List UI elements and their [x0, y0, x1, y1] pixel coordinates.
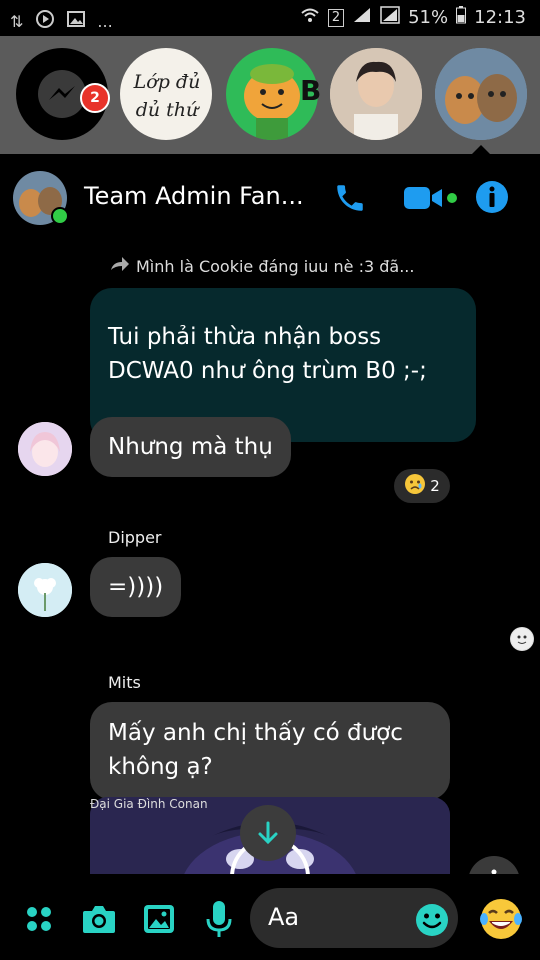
phone-icon	[337, 185, 363, 211]
emoji-picker-button[interactable]	[414, 902, 450, 938]
chat-head-group[interactable]: Lớp đủ dủ thứ	[120, 48, 212, 140]
quick-reaction-button[interactable]	[476, 894, 526, 944]
camera-button[interactable]	[80, 900, 118, 938]
forward-arrow-icon	[110, 256, 130, 276]
chat-head-person[interactable]	[330, 48, 422, 140]
more-dots: ...	[97, 11, 113, 31]
scroll-to-bottom-button[interactable]	[240, 805, 296, 861]
unread-badge: 2	[80, 83, 110, 113]
sad-face-icon	[404, 473, 426, 499]
clock: 12:13	[474, 7, 526, 28]
wifi-icon	[300, 6, 320, 29]
message-bubble-2[interactable]: =))))	[90, 557, 182, 617]
forwarded-label: Mình là Cookie đáng iuu nè :3 đã...	[136, 256, 415, 276]
four-dots-icon	[27, 907, 51, 931]
sim-indicator: 2	[327, 8, 345, 27]
forwarded-text: Tui phải thừa nhận boss DCWA0 như ông tr…	[108, 324, 427, 384]
voice-message-button[interactable]	[200, 898, 238, 940]
signal-icon-2	[380, 6, 400, 29]
play-icon	[35, 9, 55, 33]
chat-heads-bar: 2 Lớp đủ dủ thứ B ậ	[0, 36, 540, 154]
message-input-placeholder: Aa	[268, 903, 300, 931]
image-icon	[67, 11, 86, 31]
group-name-line-2: dủ thứ	[135, 99, 199, 121]
person-avatar-icon	[330, 48, 422, 140]
info-icon	[476, 181, 508, 213]
sender-name-mits: Mits	[108, 673, 141, 692]
transfer-icon: ⇅	[10, 11, 24, 31]
reaction-count: 2	[430, 477, 440, 495]
arrow-down-icon	[258, 821, 278, 845]
message-bubble-3[interactable]: Mấy anh chị thấy có được không ạ?	[90, 702, 450, 800]
battery-icon	[456, 6, 467, 29]
message-text-3: Mấy anh chị thấy có được không ạ?	[108, 720, 403, 780]
signal-icon	[352, 6, 372, 29]
video-camera-icon	[404, 187, 457, 209]
video-call-button[interactable]	[400, 180, 460, 216]
smiley-icon	[416, 904, 448, 936]
sender-avatar-1[interactable]	[18, 422, 72, 476]
online-status-dot	[51, 207, 69, 225]
sender-avatar-2[interactable]	[18, 563, 72, 617]
laughing-emoji-icon	[480, 899, 522, 939]
cats-avatar-icon	[435, 48, 527, 140]
chat-head-cats[interactable]	[435, 48, 527, 140]
group-name-line-1: Lớp đủ	[133, 71, 201, 93]
camera-icon	[83, 906, 115, 933]
gallery-button[interactable]	[140, 900, 178, 938]
message-text-2: =))))	[108, 574, 164, 600]
microphone-icon	[206, 901, 232, 937]
info-button[interactable]	[474, 179, 510, 215]
media-preview-title: Đại Gia Đình Conan	[90, 797, 208, 811]
apps-button[interactable]	[22, 902, 56, 936]
gallery-icon	[144, 905, 174, 933]
seen-avatar	[510, 627, 534, 651]
conversation-title[interactable]: Team Admin Fan...	[84, 182, 304, 210]
battery-percent: 51%	[408, 7, 449, 28]
sender-name-dipper: Dipper	[108, 528, 162, 547]
message-bubble-1[interactable]: Nhưng mà thụ	[90, 417, 291, 477]
status-right-icons: 2 51% 12:13	[300, 6, 526, 29]
reaction-badge[interactable]: 2	[394, 469, 450, 503]
status-left-icons: ⇅ ...	[10, 9, 113, 33]
voice-call-button[interactable]	[330, 178, 370, 218]
forwarded-header: Mình là Cookie đáng iuu nè :3 đã...	[110, 256, 414, 276]
message-text-1: Nhưng mà thụ	[108, 434, 273, 460]
